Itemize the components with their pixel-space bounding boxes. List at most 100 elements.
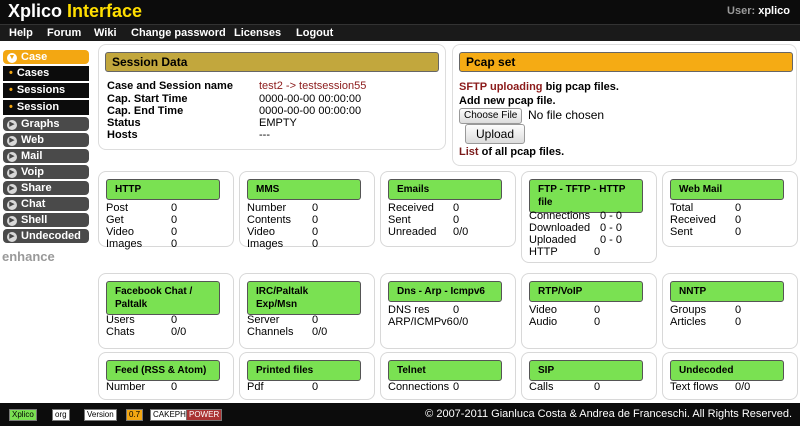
chevron-right-icon: ▶ <box>7 120 17 130</box>
menu-licenses[interactable]: Licenses <box>234 27 281 39</box>
version-badge: Version <box>84 409 117 421</box>
emails-title[interactable]: Emails <box>388 179 502 200</box>
menu-forum[interactable]: Forum <box>47 27 81 39</box>
version-number: 0.7 <box>126 409 144 421</box>
box-row: Articles 0 <box>670 316 742 328</box>
sidebar-item-chat[interactable]: ▶ Chat <box>3 197 89 211</box>
undecoded-title[interactable]: Undecoded <box>670 360 784 381</box>
box-row: Server 0 <box>247 314 319 326</box>
feed-title[interactable]: Feed (RSS & Atom) <box>106 360 220 381</box>
sftp-upload-link[interactable]: SFTP uploading <box>459 81 543 93</box>
header-bar: Xplico Interface User: xplico <box>0 0 800 24</box>
sidebar-subitem-sessions[interactable]: • Sessions <box>3 83 89 98</box>
list-pcap-link[interactable]: List <box>459 146 479 158</box>
chevron-right-icon: ▶ <box>7 168 17 178</box>
session-data-panel: Session Data Case and Session name test2… <box>98 44 446 150</box>
dns-title[interactable]: Dns - Arp - Icmpv6 <box>388 281 502 302</box>
choose-file-button[interactable]: Choose File <box>459 108 523 124</box>
box-row: Calls 0 <box>529 381 601 393</box>
box-row: Video 0 <box>247 226 319 238</box>
box-row: Users 0 <box>106 314 178 326</box>
copyright-text: © 2007-2011 Gianluca Costa & Andrea de F… <box>425 408 792 420</box>
irc-box: IRC/Paltalk Exp/Msn Server 0 Channels 0/0 <box>239 273 375 349</box>
menu-help[interactable]: Help <box>9 27 33 39</box>
http-title[interactable]: HTTP <box>106 179 220 200</box>
bullet-icon: • <box>9 101 13 113</box>
sidebar-item-mail[interactable]: ▶ Mail <box>3 149 89 163</box>
hosts-label: Hosts <box>107 129 138 141</box>
chevron-right-icon: ▶ <box>7 152 17 162</box>
telnet-box: Telnet Connections 0 <box>380 352 516 400</box>
box-row: Audio 0 <box>529 316 601 328</box>
facebook-chat-title[interactable]: Facebook Chat / Paltalk <box>106 281 220 315</box>
feed-box: Feed (RSS & Atom) Number 0 <box>98 352 234 400</box>
sidebar-item-graphs[interactable]: ▶ Graphs <box>3 117 89 131</box>
nntp-title[interactable]: NNTP <box>670 281 784 302</box>
box-row: Text flows 0/0 <box>670 381 751 393</box>
hosts-value: --- <box>259 129 270 141</box>
chevron-right-icon: ▶ <box>7 232 17 242</box>
sidebar-item-undecoded[interactable]: ▶ Undecoded <box>3 229 89 243</box>
printed-files-box: Printed files Pdf 0 <box>239 352 375 400</box>
rtp-voip-box: RTP/VoIP Video 0 Audio 0 <box>521 273 657 349</box>
menu-logout[interactable]: Logout <box>296 27 333 39</box>
webmail-title[interactable]: Web Mail <box>670 179 784 200</box>
start-time-value: 0000-00-00 00:00:00 <box>259 93 362 105</box>
box-row: Video 0 <box>529 304 601 316</box>
telnet-title[interactable]: Telnet <box>388 360 502 381</box>
top-menu: Help Forum Wiki Change password Licenses… <box>0 24 800 41</box>
session-data-title: Session Data <box>105 52 439 72</box>
box-row: Connections 0 <box>388 381 460 393</box>
mms-box: MMS Number 0 Contents 0 Video 0 Images 0 <box>239 171 375 250</box>
status-value: EMPTY <box>259 117 297 129</box>
sidebar-subitem-cases[interactable]: • Cases <box>3 66 89 81</box>
sidebar-item-share[interactable]: ▶ Share <box>3 181 89 195</box>
footer-bar: Xplico org Version 0.7 CAKEPHP POWER © 2… <box>0 403 800 426</box>
pcap-set-panel: Pcap set SFTP uploading big pcap files. … <box>452 44 797 166</box>
chevron-down-icon: ▼ <box>7 53 17 63</box>
session-name-label: Case and Session name <box>107 80 233 92</box>
ftp-title[interactable]: FTP - TFTP - HTTP file <box>529 179 643 213</box>
webmail-box: Web Mail Total 0 Received 0 Sent 0 <box>662 171 798 247</box>
sidebar-item-voip[interactable]: ▶ Voip <box>3 165 89 179</box>
box-row: Connections 0 - 0 <box>529 210 623 222</box>
mms-title[interactable]: MMS <box>247 179 361 200</box>
menu-change-password[interactable]: Change password <box>131 27 226 39</box>
sftp-line: SFTP uploading big pcap files. <box>459 81 619 93</box>
rtp-voip-title[interactable]: RTP/VoIP <box>529 281 643 302</box>
sidebar-item-web[interactable]: ▶ Web <box>3 133 89 147</box>
box-row: Number 0 <box>247 202 319 214</box>
box-row: Images 0 <box>106 238 178 250</box>
user-info: User: xplico <box>727 5 790 17</box>
ftp-box: FTP - TFTP - HTTP file Connections 0 - 0 … <box>521 171 657 263</box>
box-row: Received 0 <box>670 214 742 226</box>
chevron-right-icon: ▶ <box>7 200 17 210</box>
org-badge[interactable]: org <box>52 409 70 421</box>
chevron-right-icon: ▶ <box>7 216 17 226</box>
box-row: Chats 0/0 <box>106 326 187 338</box>
emails-box: Emails Received 0 Sent 0 Unreaded 0/0 <box>380 171 516 247</box>
enhance-logo[interactable]: enhance <box>2 249 55 264</box>
menu-wiki[interactable]: Wiki <box>94 27 117 39</box>
box-row: Number 0 <box>106 381 178 393</box>
xplico-badge[interactable]: Xplico <box>9 409 37 421</box>
box-row: Contents 0 <box>247 214 319 226</box>
app-logo[interactable]: Xplico Interface <box>8 1 142 22</box>
add-new-label: Add new pcap file. <box>459 95 556 107</box>
box-row: Pdf 0 <box>247 381 319 393</box>
no-file-chosen-text: No file chosen <box>528 108 605 122</box>
upload-button[interactable]: Upload <box>465 124 526 144</box>
box-row: Post 0 <box>106 202 178 214</box>
sip-title[interactable]: SIP <box>529 360 643 381</box>
box-row: Unreaded 0/0 <box>388 226 469 238</box>
box-row: Groups 0 <box>670 304 742 316</box>
sidebar-item-shell[interactable]: ▶ Shell <box>3 213 89 227</box>
box-row: HTTP 0 <box>529 246 601 258</box>
printed-files-title[interactable]: Printed files <box>247 360 361 381</box>
box-row: Downloaded 0 - 0 <box>529 222 623 234</box>
power-badge[interactable]: POWER <box>186 409 223 421</box>
box-row: Sent 0 <box>388 214 460 226</box>
irc-title[interactable]: IRC/Paltalk Exp/Msn <box>247 281 361 315</box>
sidebar-item-case[interactable]: ▼ Case <box>3 50 89 64</box>
sidebar-subitem-session[interactable]: • Session <box>3 100 89 115</box>
